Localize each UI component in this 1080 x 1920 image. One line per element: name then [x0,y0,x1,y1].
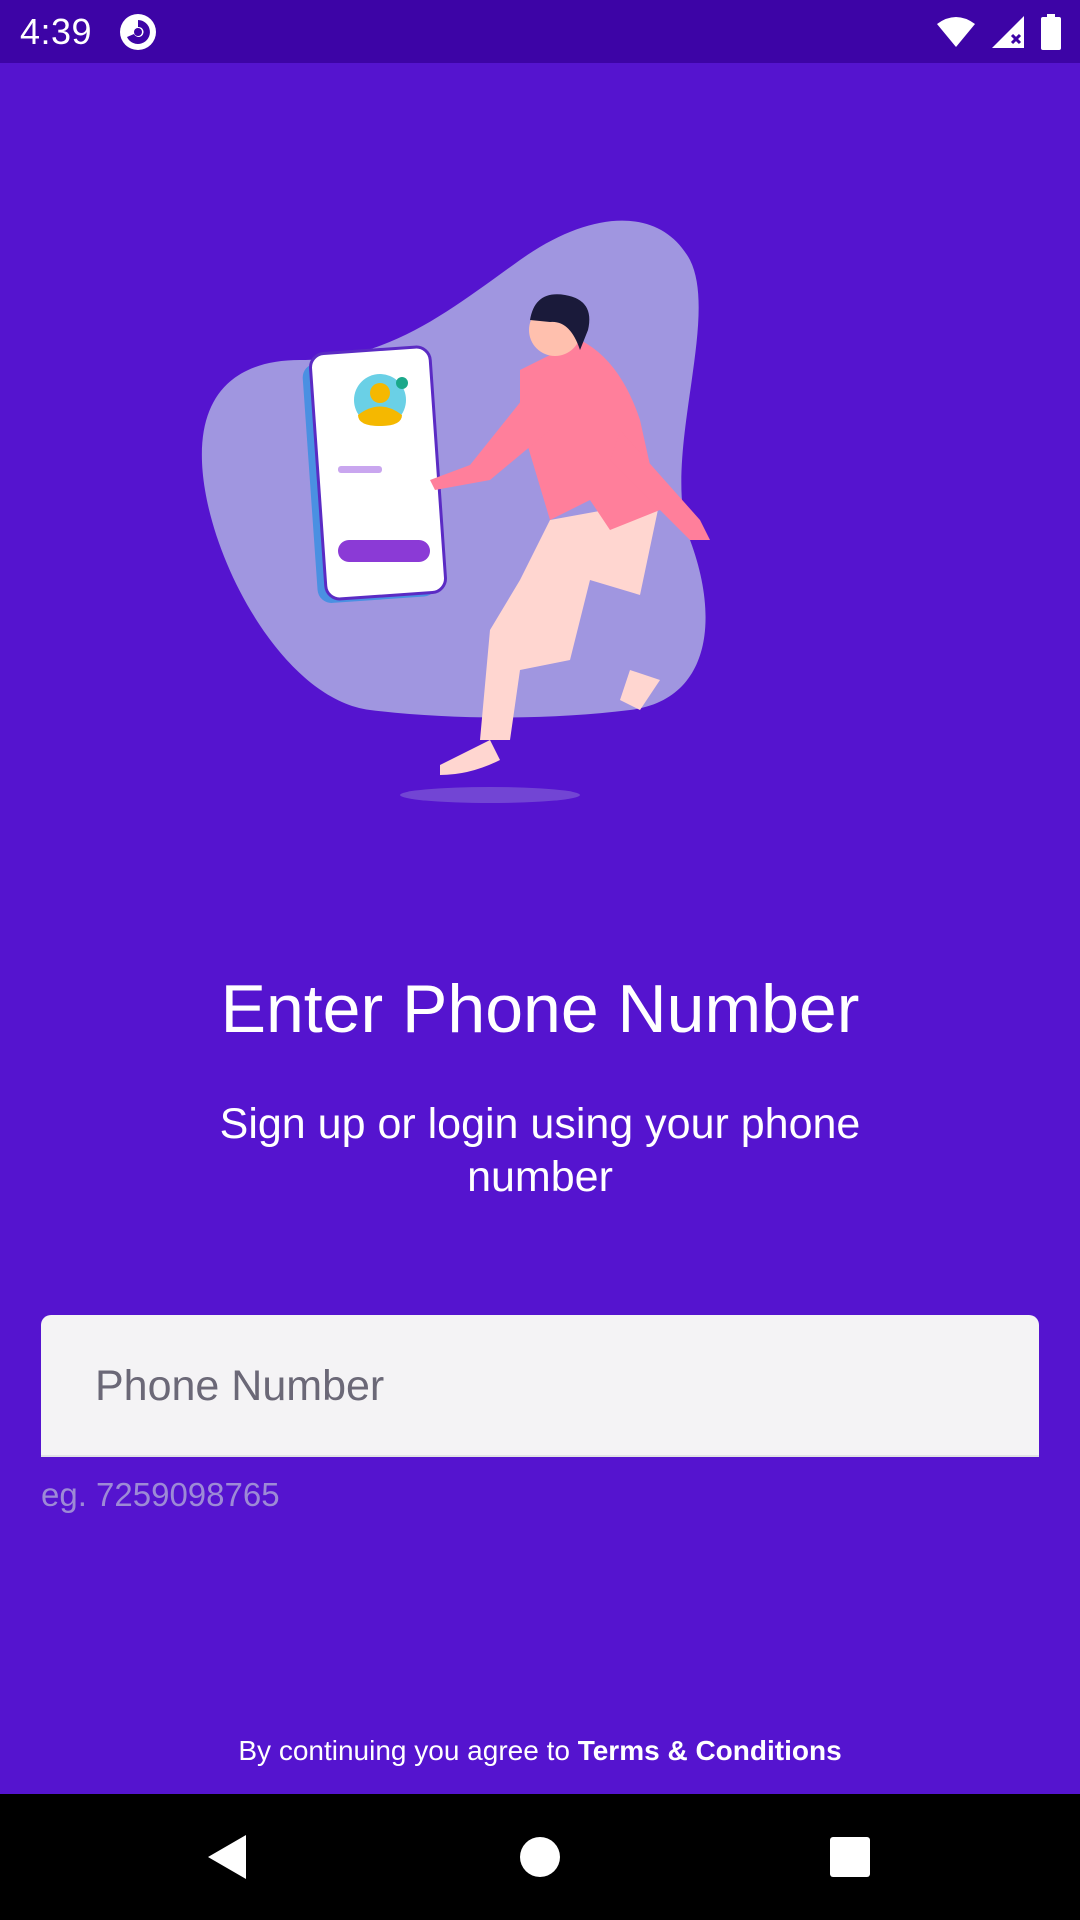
wifi-icon [937,17,975,47]
phone-number-field[interactable] [41,1315,1039,1457]
battery-icon [1041,14,1061,50]
home-icon[interactable] [510,1827,570,1887]
page-title: Enter Phone Number [220,971,860,1047]
phone-number-input[interactable] [93,1353,997,1419]
status-bar: 4:39 [0,0,1080,63]
terms-notice: By continuing you agree to Terms & Condi… [0,1735,1080,1767]
phone-signup-illustration [201,220,710,803]
app-notification-icon [120,14,156,50]
status-icons [936,12,1062,52]
back-icon[interactable] [198,1827,258,1887]
terms-prefix: By continuing you agree to [238,1735,578,1766]
terms-link[interactable]: Terms & Conditions [578,1735,842,1766]
page-subtitle: Sign up or login using your phone number [219,1100,861,1201]
recents-icon[interactable] [820,1827,880,1887]
status-time: 4:39 [20,11,93,52]
navigation-bar [0,1794,1080,1920]
cellular-signal-icon [992,16,1024,48]
phone-helper-text: eg. 7259098765 [41,1476,280,1513]
